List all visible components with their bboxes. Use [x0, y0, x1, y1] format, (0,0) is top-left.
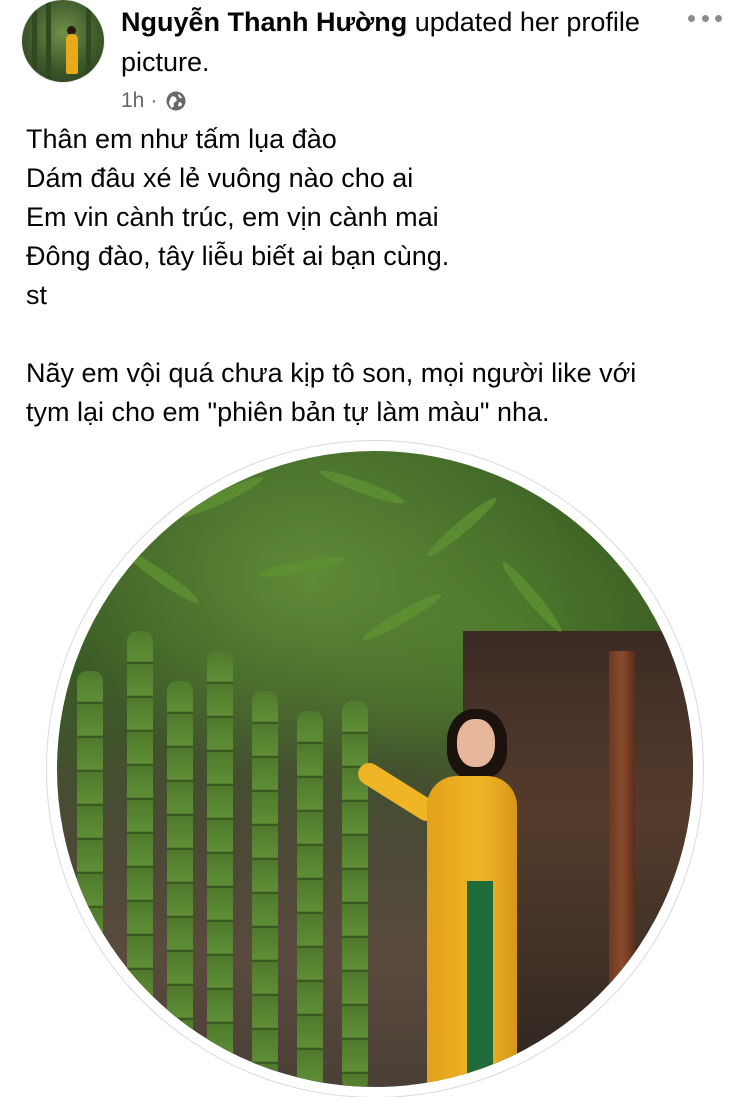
photo-bamboo-stalk: [297, 711, 323, 1087]
post-text-line: Nãy em vội quá chưa kịp tô son, mọi ngườ…: [26, 358, 637, 388]
photo-bamboo-leaf: [121, 546, 203, 608]
photo-bamboo-stalk: [167, 681, 193, 1087]
post-meta: 1h ·: [121, 86, 187, 116]
post-timestamp[interactable]: 1h: [121, 89, 144, 113]
post-text-line: Dám đâu xé lẻ vuông nào cho ai: [26, 163, 414, 193]
post-text-line: st: [26, 280, 48, 310]
profile-picture-photo[interactable]: [57, 451, 693, 1087]
meta-separator: ·: [150, 89, 158, 112]
post-text-line: Thân em như tấm lụa đào: [26, 124, 337, 154]
photo-bamboo-leaf: [256, 553, 348, 581]
avatar-bamboo-stem: [46, 0, 51, 82]
photo-bamboo-leaf: [423, 493, 501, 561]
photo-bamboo-stalk: [207, 651, 233, 1087]
photo-bamboo-leaf: [317, 465, 407, 509]
post-text-line: Đông đào, tây liễu biết ai bạn cùng.: [26, 241, 450, 271]
photo-bamboo-stalk: [127, 631, 153, 1087]
photo-bamboo-stalk: [77, 671, 103, 1087]
author-avatar[interactable]: [22, 0, 104, 82]
post-text-line: Em vin cành trúc, em vịn cành mai: [26, 202, 439, 232]
post-body-text: Thân em như tấm lụa đào Dám đâu xé lẻ vu…: [26, 120, 726, 432]
more-options-button[interactable]: [688, 12, 722, 24]
post-header-text: Nguyễn Thanh Hường updated her profile p…: [121, 2, 661, 82]
more-dot-icon: [688, 14, 695, 22]
more-dot-icon: [701, 14, 709, 22]
photo-bamboo-leaf: [360, 589, 444, 645]
post-text-line: tym lại cho em "phiên bản tự làm màu" nh…: [26, 397, 550, 427]
avatar-bamboo-stem: [86, 0, 91, 82]
photo-bamboo-stalk: [342, 701, 368, 1087]
avatar-figure-dress: [66, 34, 78, 74]
photo-woman-face: [457, 719, 495, 767]
photo-bamboo-stalk: [252, 691, 278, 1087]
photo-woman-pants: [467, 881, 493, 1087]
photo-bamboo-leaf: [498, 558, 566, 636]
avatar-bamboo-stem: [32, 0, 37, 82]
globe-icon[interactable]: [165, 90, 187, 112]
photo-red-pillar: [609, 651, 635, 1087]
more-dot-icon: [715, 14, 722, 22]
author-name-link[interactable]: Nguyễn Thanh Hường: [121, 7, 407, 37]
